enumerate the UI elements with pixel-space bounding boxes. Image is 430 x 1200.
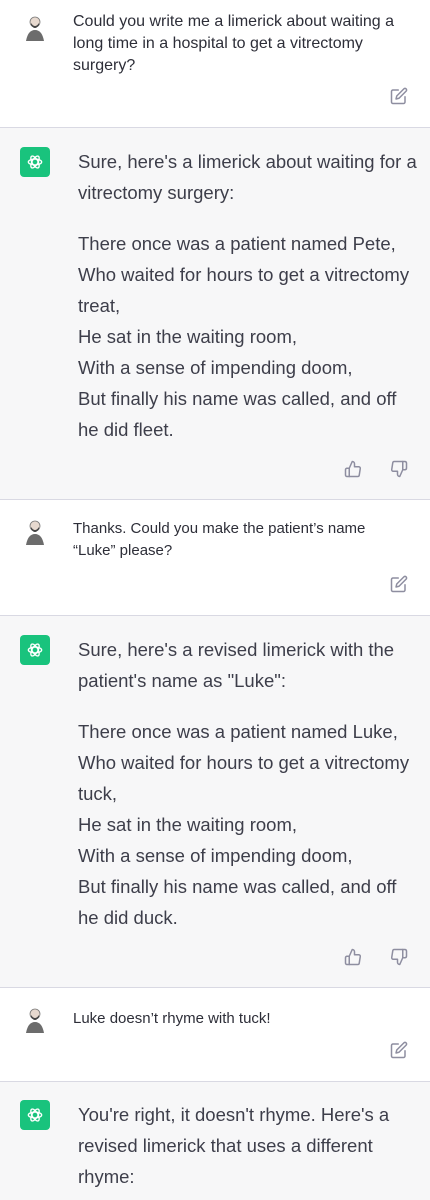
assistant-message: You're right, it doesn't rhyme. Here's a… — [0, 1082, 430, 1200]
assistant-intro: You're right, it doesn't rhyme. Here's a… — [78, 1104, 390, 1187]
assistant-message-text: You're right, it doesn't rhyme. Here's a… — [78, 1099, 418, 1192]
thumbs-up-icon[interactable] — [344, 460, 362, 483]
user-message: Could you write me a limerick about wait… — [0, 0, 430, 128]
limerick-line: With a sense of impending doom, — [78, 357, 353, 378]
user-message: Luke doesn’t rhyme with tuck! — [0, 988, 430, 1082]
edit-icon[interactable] — [390, 1041, 408, 1059]
edit-icon[interactable] — [390, 575, 408, 593]
user-message-text: Thanks. Could you make the patient’s nam… — [73, 520, 366, 559]
thumbs-up-icon[interactable] — [344, 948, 362, 971]
assistant-message-text: Sure, here's a limerick about waiting fo… — [78, 146, 418, 445]
openai-logo-icon — [20, 147, 50, 177]
edit-icon[interactable] — [390, 87, 408, 105]
limerick-line: Who waited for hours to get a vitrectomy… — [78, 264, 410, 316]
thumbs-down-icon[interactable] — [390, 460, 408, 483]
feedback-buttons — [344, 948, 408, 971]
limerick-line: But finally his name was called, and off… — [78, 388, 397, 440]
user-message-text: Could you write me a limerick about wait… — [73, 13, 395, 74]
user-avatar-icon — [20, 12, 50, 42]
assistant-message: Sure, here's a limerick about waiting fo… — [0, 128, 430, 500]
limerick-line: With a sense of impending doom, — [78, 845, 353, 866]
user-avatar-icon — [20, 516, 50, 546]
limerick-line: He sat in the waiting room, — [78, 814, 298, 835]
assistant-intro: Sure, here's a revised limerick with the… — [78, 639, 395, 691]
feedback-buttons — [344, 460, 408, 483]
limerick-line: There once was a patient named Luke, — [78, 721, 398, 742]
openai-logo-icon — [20, 1100, 50, 1130]
limerick-line: There once was a patient named Pete, — [78, 233, 396, 254]
limerick-line: He sat in the waiting room, — [78, 326, 298, 347]
thumbs-down-icon[interactable] — [390, 948, 408, 971]
assistant-message-text: Sure, here's a revised limerick with the… — [78, 634, 418, 933]
user-avatar-icon — [20, 1004, 50, 1034]
user-message: Thanks. Could you make the patient’s nam… — [0, 500, 430, 616]
assistant-message: Sure, here's a revised limerick with the… — [0, 616, 430, 988]
user-message-text: Luke doesn’t rhyme with tuck! — [73, 1010, 271, 1027]
openai-logo-icon — [20, 635, 50, 665]
limerick-line: But finally his name was called, and off… — [78, 876, 397, 928]
limerick-line: Who waited for hours to get a vitrectomy… — [78, 752, 410, 804]
assistant-intro: Sure, here's a limerick about waiting fo… — [78, 151, 417, 203]
